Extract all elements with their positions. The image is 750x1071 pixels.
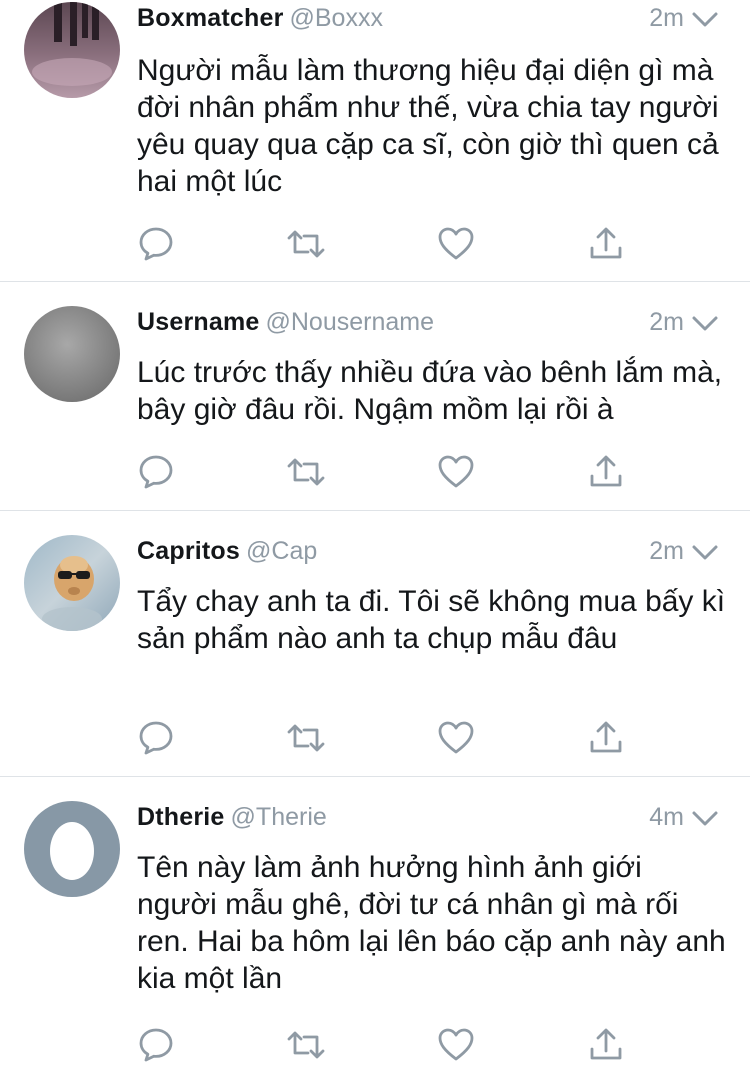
timestamp: 2m — [649, 308, 684, 336]
chevron-down-icon[interactable] — [690, 8, 720, 32]
share-icon[interactable] — [586, 224, 626, 264]
user-handle[interactable]: @Boxxx — [290, 4, 383, 32]
tweet-2[interactable]: Username @Nousername 2m Lúc trước thấy nh… — [0, 282, 750, 509]
tweet-text: Người mẫu làm thương hiệu đại diện gì mà… — [137, 54, 719, 198]
retweet-icon[interactable] — [286, 224, 326, 264]
tweet-header: Dtherie @Therie 4m — [137, 803, 720, 837]
display-name[interactable]: Boxmatcher — [137, 4, 284, 32]
tweet-4[interactable]: Dtherie @Therie 4m Tên này làm ảnh hưởng … — [0, 777, 750, 1071]
share-icon[interactable] — [586, 718, 626, 758]
timestamp: 2m — [649, 537, 684, 565]
avatar[interactable] — [24, 2, 120, 98]
action-bar — [0, 224, 750, 264]
heart-icon[interactable] — [436, 718, 476, 758]
reply-icon[interactable] — [136, 452, 176, 492]
display-name[interactable]: Dtherie — [137, 803, 225, 831]
avatar[interactable] — [24, 801, 120, 897]
avatar[interactable] — [24, 535, 120, 631]
timestamp: 4m — [649, 803, 684, 831]
action-bar — [0, 452, 750, 492]
user-handle[interactable]: @Nousername — [266, 308, 435, 336]
retweet-icon[interactable] — [286, 1025, 326, 1065]
share-icon[interactable] — [586, 452, 626, 492]
tweet-text: Tẩy chay anh ta đi. Tôi sẽ không mua bấy… — [137, 585, 726, 655]
heart-icon[interactable] — [436, 1025, 476, 1065]
chevron-down-icon[interactable] — [690, 541, 720, 565]
retweet-icon[interactable] — [286, 452, 326, 492]
user-handle[interactable]: @Cap — [246, 537, 317, 565]
chevron-down-icon[interactable] — [690, 312, 720, 336]
action-bar — [0, 1025, 750, 1065]
share-icon[interactable] — [586, 1025, 626, 1065]
tweet-header: Capritos @Cap 2m — [137, 537, 720, 571]
retweet-icon[interactable] — [286, 718, 326, 758]
avatar[interactable] — [24, 306, 120, 402]
tweet-3[interactable]: Capritos @Cap 2m Tẩy chay anh ta đi. Tôi … — [0, 511, 750, 775]
heart-icon[interactable] — [436, 224, 476, 264]
tweet-1[interactable]: Boxmatcher @Boxxx 2m Người mẫu làm thương… — [0, 0, 750, 276]
chevron-down-icon[interactable] — [690, 807, 720, 831]
tweet-header: Boxmatcher @Boxxx 2m — [137, 4, 720, 38]
user-handle[interactable]: @Therie — [231, 803, 327, 831]
tweet-text: Tên này làm ảnh hưởng hình ảnh giới ngườ… — [137, 851, 726, 995]
display-name[interactable]: Username — [137, 308, 260, 336]
display-name[interactable]: Capritos — [137, 537, 240, 565]
tweet-text: Lúc trước thấy nhiều đứa vào bênh lắm mà… — [137, 356, 723, 426]
tweet-header: Username @Nousername 2m — [137, 308, 720, 342]
reply-icon[interactable] — [136, 1025, 176, 1065]
reply-icon[interactable] — [136, 224, 176, 264]
timestamp: 2m — [649, 4, 684, 32]
reply-icon[interactable] — [136, 718, 176, 758]
action-bar — [0, 718, 750, 758]
heart-icon[interactable] — [436, 452, 476, 492]
